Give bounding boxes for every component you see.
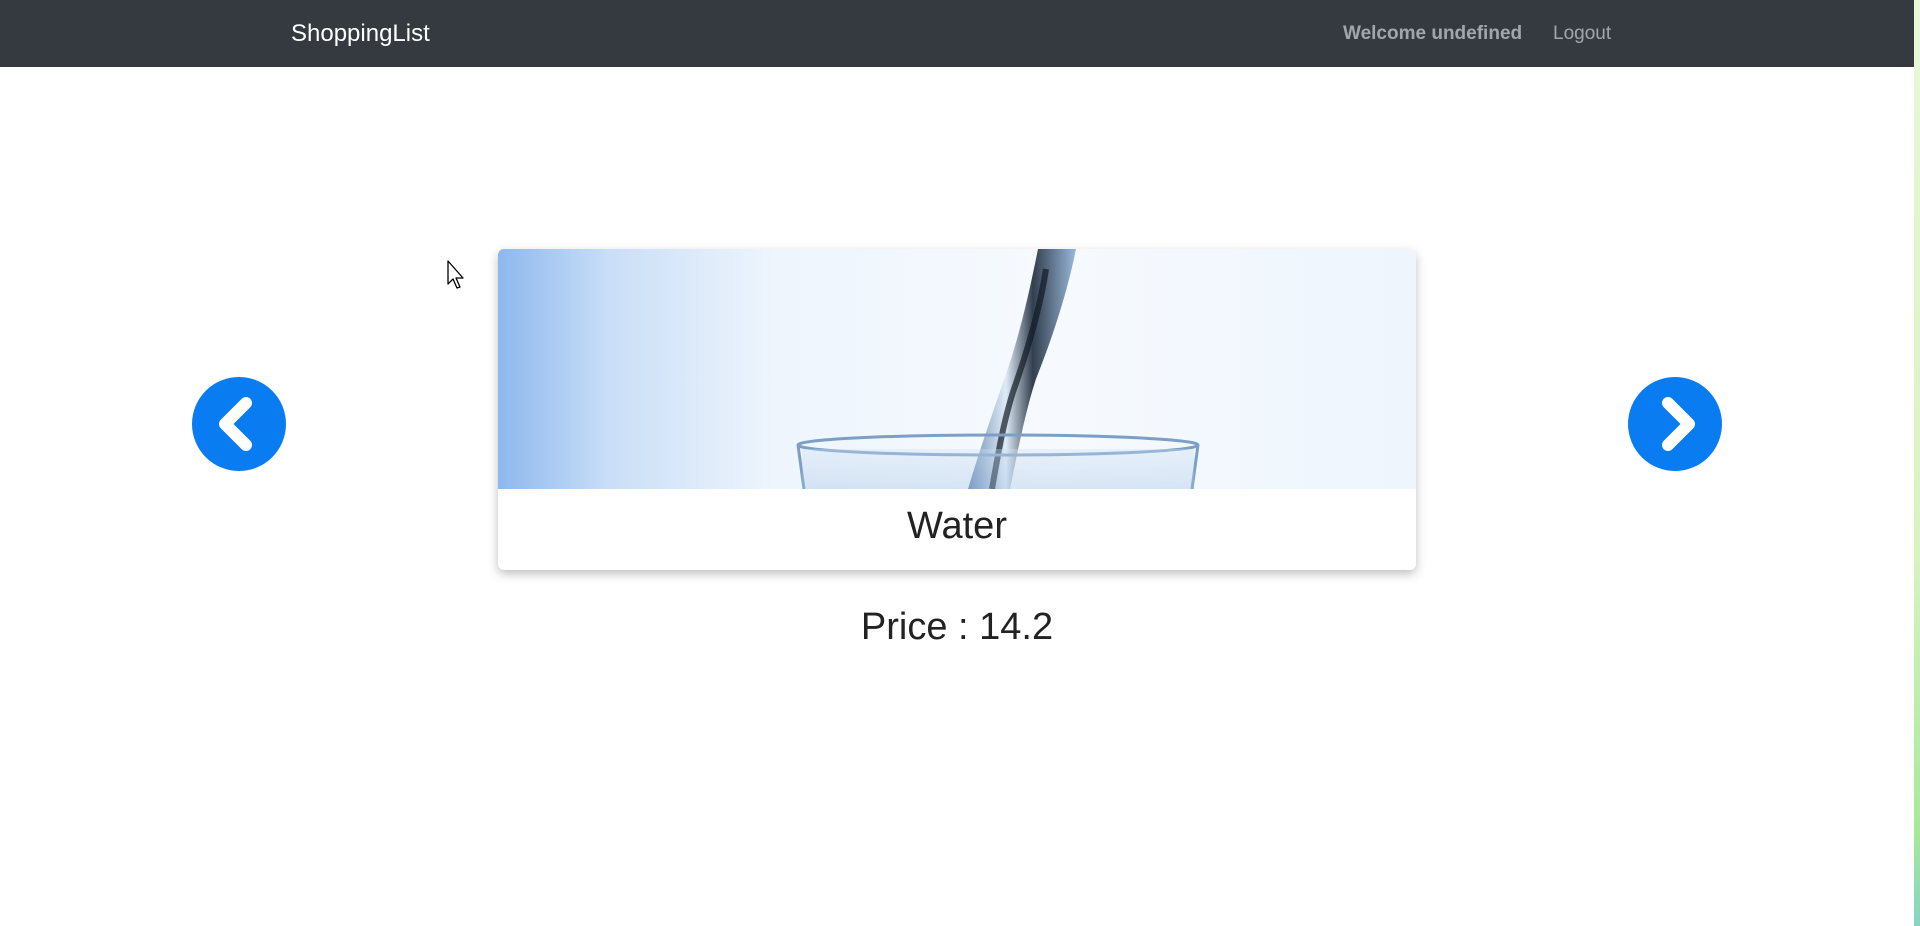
window-scrollbar[interactable] <box>1914 0 1920 926</box>
previous-button[interactable] <box>192 377 286 471</box>
water-glass-image <box>498 249 1416 489</box>
price-label: Price : <box>860 606 980 648</box>
product-card[interactable]: Water <box>498 249 1416 570</box>
chevron-left-icon <box>219 397 252 451</box>
chevron-right-icon <box>1662 397 1695 451</box>
product-name: Water <box>907 505 1007 547</box>
product-price: Price : 14.2 <box>0 606 1914 649</box>
welcome-text: Welcome undefined <box>1343 23 1523 44</box>
logout-link[interactable]: Logout <box>1553 23 1611 45</box>
next-button[interactable] <box>1628 377 1722 471</box>
brand-link[interactable]: ShoppingList <box>291 20 430 48</box>
top-navbar: ShoppingList Welcome undefined Logout <box>0 0 1914 67</box>
mouse-cursor-icon <box>447 260 467 295</box>
price-value: 14.2 <box>979 606 1054 648</box>
